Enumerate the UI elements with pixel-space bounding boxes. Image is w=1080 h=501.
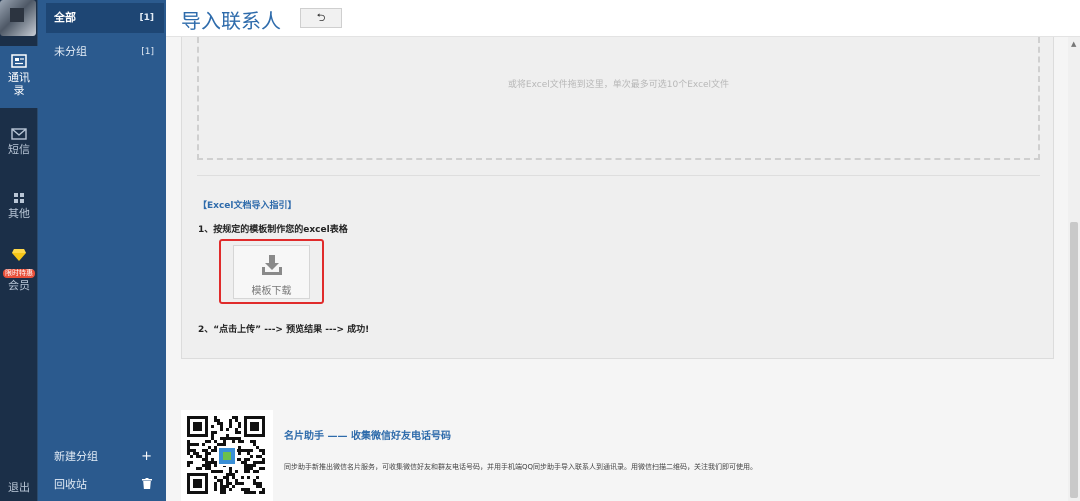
promo-section: 名片助手 —— 收集微信好友电话号码 同步助手新推出微信名片服务，可收集微信好友… bbox=[181, 410, 1066, 501]
grid-icon bbox=[14, 193, 24, 203]
template-download-button[interactable]: 模板下载 bbox=[233, 245, 310, 299]
guide-step-1: 1、按规定的模板制作您的excel表格 bbox=[198, 225, 348, 235]
avatar[interactable] bbox=[0, 0, 36, 36]
nav-member-label: 会员 bbox=[8, 279, 30, 292]
new-group-label: 新建分组 bbox=[54, 450, 98, 463]
group-item-all[interactable]: 全部 [1] bbox=[46, 3, 164, 33]
group-label: 全部 bbox=[54, 11, 76, 24]
diamond-icon bbox=[12, 249, 26, 261]
contacts-icon bbox=[11, 54, 27, 68]
nav-contacts-label: 通讯录 bbox=[8, 71, 30, 97]
page-title: 导入联系人 bbox=[181, 9, 281, 33]
nav-other[interactable]: 其他 bbox=[0, 192, 38, 220]
promo-title: 名片助手 —— 收集微信好友电话号码 bbox=[284, 431, 451, 442]
dropzone-hint: 或将Excel文件拖到这里，单次最多可选10个Excel文件 bbox=[507, 80, 730, 90]
left-nav: 通讯录 短信 其他 限时特惠 会员 退出 bbox=[0, 0, 38, 501]
file-dropzone[interactable]: 或将Excel文件拖到这里，单次最多可选10个Excel文件 bbox=[197, 37, 1040, 160]
trash-icon bbox=[142, 473, 152, 497]
group-item-ungrouped[interactable]: 未分组 [1] bbox=[46, 37, 164, 67]
nav-other-label: 其他 bbox=[8, 207, 30, 220]
group-count: [1] bbox=[139, 13, 155, 23]
scroll-thumb[interactable] bbox=[1070, 222, 1078, 498]
back-button[interactable]: ⮌ bbox=[300, 8, 342, 28]
recycle-label: 回收站 bbox=[54, 478, 87, 491]
promo-badge: 限时特惠 bbox=[3, 269, 35, 278]
qr-code bbox=[181, 410, 273, 501]
nav-contacts[interactable]: 通讯录 bbox=[0, 46, 38, 108]
mail-icon bbox=[11, 128, 27, 140]
recycle-bin-button[interactable]: 回收站 bbox=[46, 473, 164, 497]
group-label: 未分组 bbox=[54, 45, 87, 58]
guide-title: 【Excel文档导入指引】 bbox=[198, 201, 297, 211]
top-bar: 导入联系人 ⮌ bbox=[166, 0, 1080, 37]
import-panel: 或将Excel文件拖到这里，单次最多可选10个Excel文件 【Excel文档导… bbox=[181, 37, 1054, 359]
plus-icon: + bbox=[141, 449, 152, 464]
new-group-button[interactable]: 新建分组 + bbox=[46, 445, 164, 469]
divider bbox=[197, 175, 1040, 176]
template-download-label: 模板下载 bbox=[251, 286, 292, 297]
main-area: 导入联系人 ⮌ 或将Excel文件拖到这里，单次最多可选10个Excel文件 【… bbox=[166, 0, 1080, 501]
nav-sms[interactable]: 短信 bbox=[0, 128, 38, 156]
download-icon bbox=[261, 255, 282, 275]
group-panel: 全部 [1] 未分组 [1] 新建分组 + 回收站 bbox=[38, 0, 166, 501]
app-root: 通讯录 短信 其他 限时特惠 会员 退出 全部 [1] 未分组 [1] 新建分组… bbox=[0, 0, 1080, 501]
group-count: [1] bbox=[141, 47, 154, 57]
nav-member[interactable]: 限时特惠 会员 bbox=[0, 248, 38, 292]
scroll-up-icon[interactable]: ▲ bbox=[1071, 40, 1076, 48]
nav-sms-label: 短信 bbox=[8, 143, 30, 156]
logout-button[interactable]: 退出 bbox=[0, 481, 38, 494]
scrollbar[interactable]: ▲ bbox=[1068, 37, 1080, 501]
guide-step-2: 2、“点击上传” ---> 预览结果 ---> 成功! bbox=[198, 325, 370, 335]
logout-label: 退出 bbox=[8, 481, 30, 494]
promo-description: 同步助手新推出微信名片服务，可收集微信好友和群友电话号码，并用手机端QQ同步助手… bbox=[284, 463, 758, 471]
